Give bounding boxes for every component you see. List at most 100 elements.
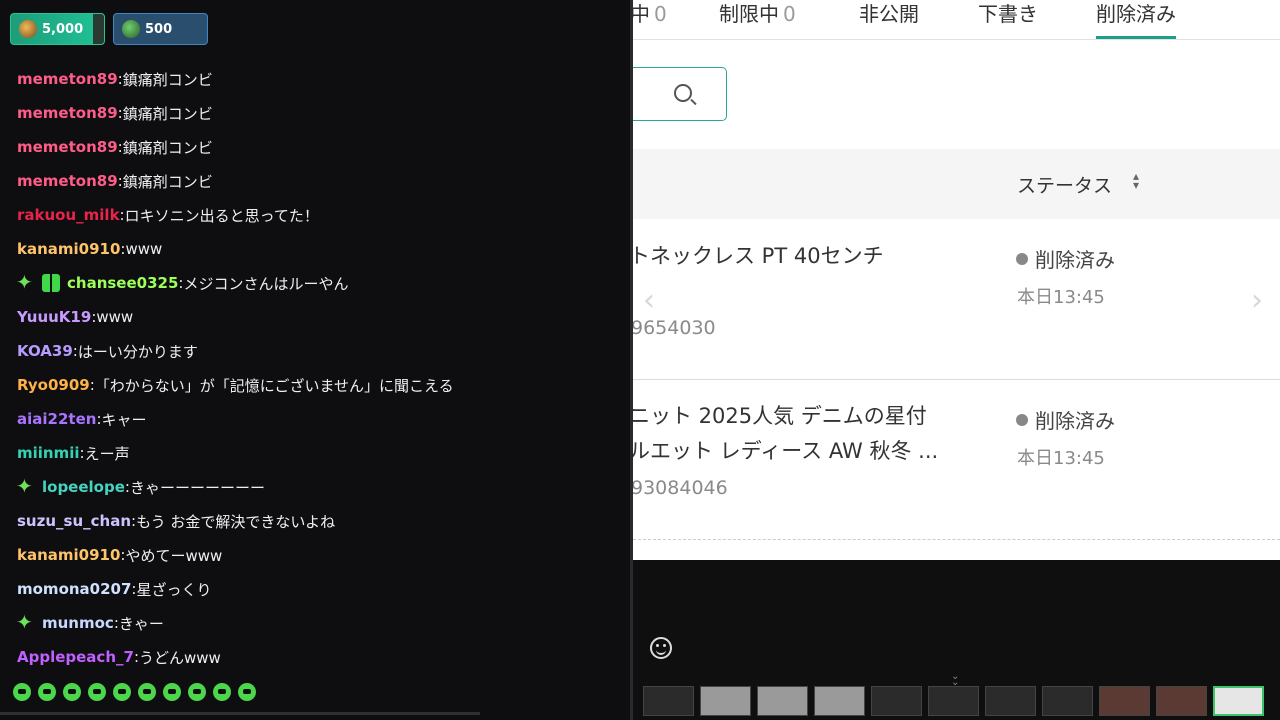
search-icon[interactable] bbox=[674, 84, 692, 102]
chat-username[interactable]: aiai22ten bbox=[17, 410, 96, 428]
chat-text: 星ざっくり bbox=[136, 580, 212, 599]
thumbnail-strip bbox=[643, 686, 1264, 716]
thumbnail[interactable] bbox=[1213, 686, 1264, 716]
tab-count: 0 bbox=[783, 2, 796, 26]
status-badge: 削除済み bbox=[1016, 244, 1115, 273]
chat-message: KOA39: はーい分かります bbox=[17, 334, 617, 368]
chevron-left-icon[interactable]: ‹ bbox=[643, 283, 655, 318]
chat-username[interactable]: memeton89 bbox=[17, 172, 118, 190]
sort-icon[interactable] bbox=[1133, 169, 1143, 192]
thumbnail[interactable] bbox=[643, 686, 694, 716]
item-title[interactable]: トネックレス PT 40センチ bbox=[633, 239, 884, 274]
table-row[interactable]: ニット 2025人気 デニムの星付 ルエット レディース AW 秋冬 ... 930… bbox=[633, 380, 1280, 540]
chat-username[interactable]: chansee0325 bbox=[67, 274, 178, 292]
chat-scrollbar[interactable] bbox=[0, 712, 480, 715]
chat-username[interactable]: suzu_su_chan bbox=[17, 512, 131, 530]
chat-message: momona0207: 星ざっくり bbox=[17, 572, 617, 606]
tab-4[interactable]: 削除済み bbox=[1096, 0, 1176, 39]
status-column-header[interactable]: ステータス bbox=[1017, 171, 1112, 198]
chat-message: aiai22ten: キャー bbox=[17, 402, 617, 436]
chat-username[interactable]: memeton89 bbox=[17, 138, 118, 156]
tab-1[interactable]: 制限中 0 bbox=[719, 0, 796, 27]
thumbnail[interactable] bbox=[985, 686, 1036, 716]
chat-username[interactable]: miinmii bbox=[17, 444, 80, 462]
sparkle-badge-icon[interactable] bbox=[16, 610, 35, 634]
chat-text: キャー bbox=[101, 410, 147, 429]
emoji-icon[interactable] bbox=[650, 637, 672, 659]
emote-6-icon[interactable] bbox=[138, 683, 156, 701]
thumbnail[interactable] bbox=[871, 686, 922, 716]
chevron-down-icon[interactable]: ⌄ ⌄ bbox=[951, 672, 959, 688]
chat-username[interactable]: momona0207 bbox=[17, 580, 131, 598]
chat-text: うどんwww bbox=[139, 648, 221, 667]
chat-username[interactable]: KOA39 bbox=[17, 342, 73, 360]
thumbnail[interactable] bbox=[814, 686, 865, 716]
thumbnail[interactable] bbox=[1156, 686, 1207, 716]
search-input[interactable] bbox=[633, 67, 727, 121]
emote-bar bbox=[13, 683, 256, 701]
chat-text: きゃーーーーーーー bbox=[129, 478, 265, 497]
gift-badge-icon[interactable] bbox=[42, 274, 60, 292]
thumbnail[interactable] bbox=[928, 686, 979, 716]
chat-message: memeton89: 鎮痛剤コンビ bbox=[17, 96, 617, 130]
chat-username[interactable]: lopeelope bbox=[42, 478, 125, 496]
item-id: 9654030 bbox=[633, 317, 716, 339]
points-row: 5,000 500 bbox=[10, 13, 208, 45]
status-text: 削除済み bbox=[1035, 409, 1115, 433]
chat-text: 鎮痛剤コンビ bbox=[122, 138, 213, 157]
status-badge: 削除済み bbox=[1016, 405, 1115, 434]
tab-0[interactable]: 中0 bbox=[633, 0, 667, 27]
prediction-points-button[interactable]: 500 bbox=[113, 13, 208, 45]
chat-text: www bbox=[125, 240, 163, 258]
emote-8-icon[interactable] bbox=[188, 683, 206, 701]
tab-label: 非公開 bbox=[859, 2, 919, 26]
thumbnail[interactable] bbox=[1042, 686, 1093, 716]
channel-points-button[interactable]: 5,000 bbox=[10, 13, 105, 45]
emote-1-icon[interactable] bbox=[13, 683, 31, 701]
table-header: ステータス bbox=[633, 149, 1280, 219]
chevron-right-icon[interactable]: › bbox=[1251, 283, 1263, 318]
sparkle-badge-icon[interactable] bbox=[16, 270, 35, 294]
emote-9-icon[interactable] bbox=[213, 683, 231, 701]
tab-3[interactable]: 下書き bbox=[978, 0, 1038, 27]
thumbnail[interactable] bbox=[757, 686, 808, 716]
thumbnail[interactable] bbox=[1099, 686, 1150, 716]
chat-username[interactable]: munmoc bbox=[42, 614, 114, 632]
table-row[interactable]: トネックレス PT 40センチ 9654030 削除済み本日13:45 ‹ › bbox=[633, 219, 1280, 380]
chat-text: 「わからない」が「記憶にございません」に聞こえる bbox=[94, 376, 454, 395]
item-title[interactable]: ニット 2025人気 デニムの星付 ルエット レディース AW 秋冬 ... bbox=[633, 399, 938, 469]
emote-10-icon[interactable] bbox=[238, 683, 256, 701]
emote-4-icon[interactable] bbox=[88, 683, 106, 701]
sparkle-badge-icon[interactable] bbox=[16, 474, 35, 498]
chat-text: はーい分かります bbox=[77, 342, 198, 361]
chat-username[interactable]: rakuou_milk bbox=[17, 206, 120, 224]
chat-username[interactable]: Applepeach_7 bbox=[17, 648, 134, 666]
status-tabs: 中 0 制限中 0 非公開 下書き 削除済み bbox=[633, 0, 1280, 40]
chat-text: もう お金で解決できないよね bbox=[136, 512, 336, 531]
emote-3-icon[interactable] bbox=[63, 683, 81, 701]
chat-text: メジコンさんはルーやん bbox=[183, 274, 349, 293]
item-id: 93084046 bbox=[633, 477, 728, 499]
status-time: 本日13:45 bbox=[1017, 287, 1105, 308]
chat-username[interactable]: memeton89 bbox=[17, 104, 118, 122]
chat-message: memeton89: 鎮痛剤コンビ bbox=[17, 164, 617, 198]
channel-points-value: 5,000 bbox=[42, 21, 84, 37]
emote-5-icon[interactable] bbox=[113, 683, 131, 701]
chat-text: www bbox=[96, 308, 134, 326]
chat-username[interactable]: YuuuK19 bbox=[17, 308, 91, 326]
prediction-points-value: 500 bbox=[145, 21, 173, 37]
thumbnail[interactable] bbox=[700, 686, 751, 716]
emote-2-icon[interactable] bbox=[38, 683, 56, 701]
chat-message-list: memeton89: 鎮痛剤コンビ memeton89: 鎮痛剤コンビ memeto… bbox=[16, 62, 617, 674]
tab-2[interactable]: 非公開 bbox=[859, 0, 919, 27]
chat-username[interactable]: kanami0910 bbox=[17, 240, 120, 258]
prediction-points-icon bbox=[122, 20, 140, 38]
chat-username[interactable]: Ryo0909 bbox=[17, 376, 90, 394]
chat-text: 鎮痛剤コンビ bbox=[122, 70, 213, 89]
chat-username[interactable]: kanami0910 bbox=[17, 546, 120, 564]
chat-message: Applepeach_7: うどんwww bbox=[17, 640, 617, 674]
chat-username[interactable]: memeton89 bbox=[17, 70, 118, 88]
status-text: 削除済み bbox=[1035, 248, 1115, 272]
chat-message: YuuuK19: www bbox=[17, 300, 617, 334]
emote-7-icon[interactable] bbox=[163, 683, 181, 701]
